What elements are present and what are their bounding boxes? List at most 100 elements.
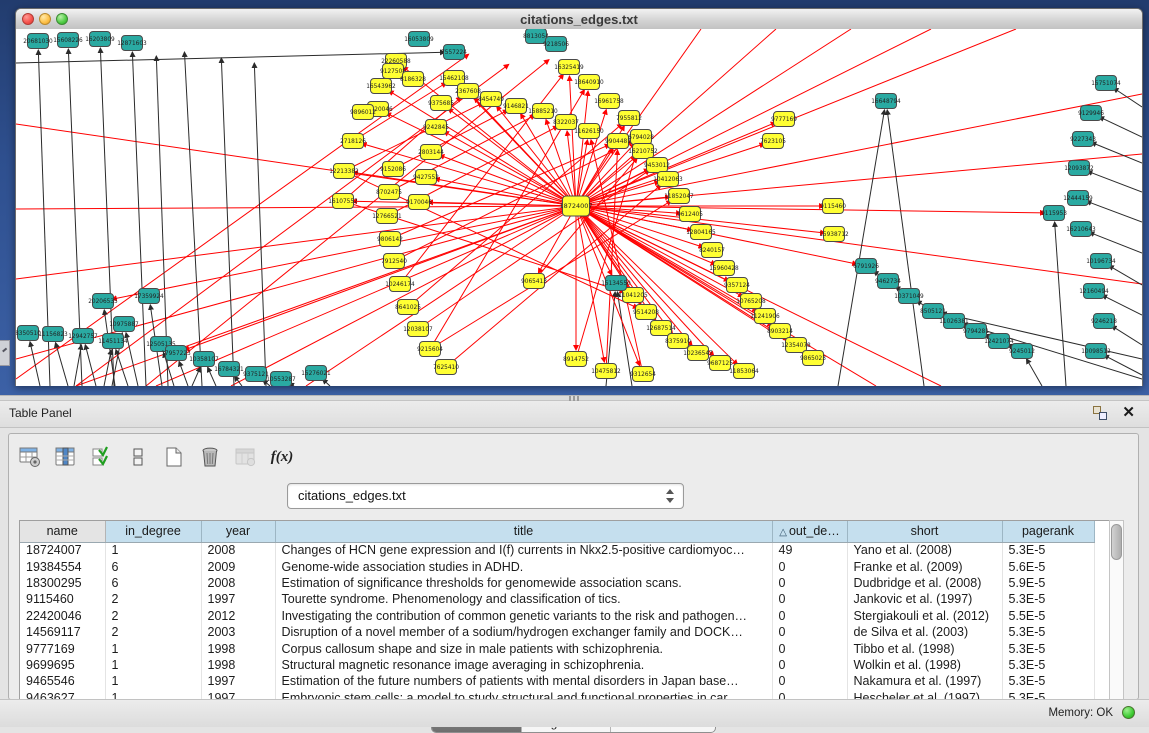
graph-node-label: 6791926	[853, 264, 879, 270]
graph-node-label: 12213382	[329, 169, 359, 175]
select-rows-icon[interactable]	[87, 442, 117, 472]
graph-edge[interactable]	[1087, 171, 1142, 192]
graph-node-label: 16210643	[1066, 227, 1096, 233]
graph-node-label: 15885210	[528, 109, 558, 115]
graph-node-label: 9427552	[413, 175, 439, 181]
graph-node-label: 11156823	[38, 332, 68, 338]
graph-node-label: 12804165	[686, 230, 716, 236]
graph-edge[interactable]	[389, 115, 535, 192]
graph-node-label: 9806142	[377, 237, 403, 243]
graph-node-label: 10475812	[591, 369, 621, 375]
graph-node-label: 7955812	[616, 116, 642, 122]
table-selector-dropdown[interactable]: citations_edges.txt	[287, 483, 684, 509]
graph-edge[interactable]	[963, 324, 1142, 379]
graph-edge[interactable]	[1026, 359, 1042, 386]
graph-edge[interactable]	[1113, 88, 1142, 107]
column-header-name[interactable]: name	[20, 521, 105, 542]
graph-node-label: 11241906	[750, 314, 780, 320]
memory-ok-indicator-icon[interactable]	[1122, 706, 1135, 719]
graph-edge[interactable]	[1086, 201, 1142, 222]
scrollbar-thumb[interactable]	[1111, 524, 1122, 560]
graph-edge[interactable]	[16, 206, 576, 209]
graph-node-label: 10098512	[1081, 349, 1111, 355]
graph-edge[interactable]	[567, 131, 576, 206]
graph-node-label: 9687125	[707, 361, 733, 367]
graph-edge[interactable]	[85, 345, 96, 386]
memory-status-label: Memory: OK	[1048, 707, 1113, 719]
graph-edge[interactable]	[30, 342, 40, 386]
graph-node-label: 8903214	[767, 329, 793, 335]
graph-edge[interactable]	[591, 140, 643, 374]
graph-node-label: 9453012	[644, 163, 670, 169]
graph-edge[interactable]	[887, 110, 924, 386]
graph-edge[interactable]	[132, 52, 146, 386]
table-row[interactable]: 2242004622012Investigating the contribut…	[20, 608, 1094, 624]
sort-ascending-icon: △	[779, 527, 787, 538]
column-header-year[interactable]: year	[201, 521, 275, 542]
graph-edge[interactable]	[55, 343, 68, 386]
graph-edge[interactable]	[221, 58, 234, 386]
table-row[interactable]: 977716911998Corpus callosum shape and si…	[20, 640, 1094, 656]
column-header-out-degree[interactable]: △out_de…	[772, 521, 847, 542]
graph-edge[interactable]	[1055, 222, 1066, 386]
function-builder-icon[interactable]: f(x)	[267, 442, 297, 472]
delete-table-icon	[231, 442, 261, 472]
graph-node-label: 9170046	[406, 200, 432, 206]
graph-edge[interactable]	[569, 76, 576, 206]
delete-column-icon[interactable]	[195, 442, 225, 472]
column-header-pagerank[interactable]: pagerank	[1002, 521, 1094, 542]
graph-node-label: 17359924	[134, 294, 164, 300]
table-row[interactable]: 969969511998Structural magnetic resonanc…	[20, 657, 1094, 673]
graph-edge[interactable]	[179, 361, 188, 386]
graph-edge[interactable]	[1099, 117, 1142, 137]
show-columns-icon[interactable]	[51, 442, 81, 472]
column-header-short[interactable]: short	[847, 521, 1002, 542]
float-panel-icon[interactable]	[1093, 406, 1107, 420]
graph-node-label: 2803144	[418, 150, 444, 156]
table-settings-icon[interactable]	[15, 442, 45, 472]
network-canvas[interactable]: 1872400722260588912750816543962818632822…	[16, 29, 1142, 386]
table-row[interactable]: 946554611997Estimation of the future num…	[20, 673, 1094, 689]
table-row[interactable]: 1830029562008Estimation of significance …	[20, 575, 1094, 591]
graph-node-label: 12942757	[68, 334, 98, 340]
window-titlebar[interactable]: citations_edges.txt	[16, 9, 1142, 30]
graph-edge[interactable]	[1102, 295, 1142, 315]
panel-title: Table Panel	[9, 406, 72, 420]
graph-edge[interactable]	[1091, 142, 1142, 163]
new-column-icon[interactable]	[159, 442, 189, 472]
graph-node-label: 6794028	[628, 135, 654, 141]
table-row[interactable]: 911546021997Tourette syndrome. Phenomeno…	[20, 591, 1094, 607]
table-row[interactable]: 1456911722003Disruption of a novel membe…	[20, 624, 1094, 640]
rows-icon[interactable]	[123, 442, 153, 472]
node-table: name in_degree year title △out_de… short…	[20, 521, 1095, 706]
graph-edge[interactable]	[184, 206, 576, 350]
close-panel-icon[interactable]: ✕	[1122, 403, 1135, 423]
graph-node-label: 9612405	[677, 212, 703, 218]
graph-node-label: 16107552	[328, 199, 358, 205]
graph-edge[interactable]	[104, 350, 111, 386]
graph-node-label: 9312654	[630, 372, 656, 378]
table-row[interactable]: 1872400712008Changes of HCN gene express…	[20, 542, 1094, 558]
graph-node-label: 12421074	[984, 339, 1014, 345]
graph-edge[interactable]	[1089, 232, 1142, 253]
panel-resize-glyph	[0, 340, 10, 366]
graph-edge[interactable]	[576, 94, 1142, 206]
graph-node-label: 9152086	[380, 167, 406, 173]
graph-edge[interactable]	[576, 206, 1045, 213]
table-vertical-scrollbar[interactable]	[1109, 520, 1124, 707]
graph-node-label: 9115953	[1041, 211, 1067, 217]
column-header-title[interactable]: title	[275, 521, 772, 542]
graph-node-label: 12354078	[781, 343, 811, 349]
table-row[interactable]: 1938455462009Genome-wide association stu…	[20, 558, 1094, 574]
graph-edge[interactable]	[184, 52, 202, 386]
table-toolbar: f(x)	[15, 440, 297, 474]
graph-edge[interactable]	[146, 60, 549, 386]
graph-node-label: 16203809	[85, 37, 115, 43]
graph-node-label: 15608226	[53, 38, 83, 44]
graph-node-label: 7557224	[441, 50, 467, 56]
graph-edge[interactable]	[254, 63, 266, 386]
graph-edge[interactable]	[16, 206, 576, 359]
graph-node-label: 11853064	[729, 369, 759, 375]
graph-edge[interactable]	[1112, 326, 1142, 345]
column-header-in-degree[interactable]: in_degree	[105, 521, 201, 542]
